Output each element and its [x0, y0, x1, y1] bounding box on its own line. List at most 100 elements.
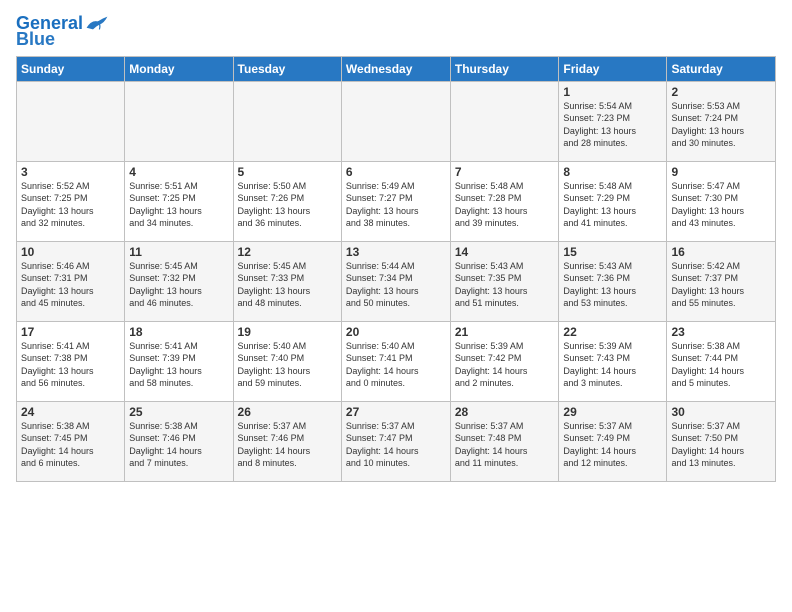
day-number: 4 — [129, 165, 228, 179]
day-number: 18 — [129, 325, 228, 339]
day-info-text: Sunrise: 5:52 AM Sunset: 7:25 PM Dayligh… — [21, 180, 120, 230]
header: General Blue — [16, 10, 776, 50]
day-info-text: Sunrise: 5:39 AM Sunset: 7:43 PM Dayligh… — [563, 340, 662, 390]
day-info-text: Sunrise: 5:38 AM Sunset: 7:46 PM Dayligh… — [129, 420, 228, 470]
calendar-week-row: 10Sunrise: 5:46 AM Sunset: 7:31 PM Dayli… — [17, 241, 776, 321]
day-info-text: Sunrise: 5:37 AM Sunset: 7:46 PM Dayligh… — [238, 420, 337, 470]
day-info-text: Sunrise: 5:49 AM Sunset: 7:27 PM Dayligh… — [346, 180, 446, 230]
calendar-cell: 27Sunrise: 5:37 AM Sunset: 7:47 PM Dayli… — [341, 401, 450, 481]
calendar-cell — [17, 81, 125, 161]
day-info-text: Sunrise: 5:47 AM Sunset: 7:30 PM Dayligh… — [671, 180, 771, 230]
day-info-text: Sunrise: 5:54 AM Sunset: 7:23 PM Dayligh… — [563, 100, 662, 150]
calendar-cell: 13Sunrise: 5:44 AM Sunset: 7:34 PM Dayli… — [341, 241, 450, 321]
day-info-text: Sunrise: 5:37 AM Sunset: 7:49 PM Dayligh… — [563, 420, 662, 470]
day-number: 3 — [21, 165, 120, 179]
day-info-text: Sunrise: 5:37 AM Sunset: 7:50 PM Dayligh… — [671, 420, 771, 470]
day-number: 19 — [238, 325, 337, 339]
calendar-cell: 12Sunrise: 5:45 AM Sunset: 7:33 PM Dayli… — [233, 241, 341, 321]
day-number: 16 — [671, 245, 771, 259]
weekday-header-row: SundayMondayTuesdayWednesdayThursdayFrid… — [17, 56, 776, 81]
day-info-text: Sunrise: 5:48 AM Sunset: 7:28 PM Dayligh… — [455, 180, 555, 230]
day-number: 6 — [346, 165, 446, 179]
calendar-cell — [450, 81, 559, 161]
day-number: 20 — [346, 325, 446, 339]
logo: General Blue — [16, 14, 109, 50]
day-info-text: Sunrise: 5:39 AM Sunset: 7:42 PM Dayligh… — [455, 340, 555, 390]
weekday-header-sunday: Sunday — [17, 56, 125, 81]
calendar-cell: 20Sunrise: 5:40 AM Sunset: 7:41 PM Dayli… — [341, 321, 450, 401]
calendar-table: SundayMondayTuesdayWednesdayThursdayFrid… — [16, 56, 776, 482]
calendar-cell: 21Sunrise: 5:39 AM Sunset: 7:42 PM Dayli… — [450, 321, 559, 401]
calendar-cell: 28Sunrise: 5:37 AM Sunset: 7:48 PM Dayli… — [450, 401, 559, 481]
logo-bird-icon — [85, 13, 109, 33]
calendar-cell: 3Sunrise: 5:52 AM Sunset: 7:25 PM Daylig… — [17, 161, 125, 241]
calendar-cell: 6Sunrise: 5:49 AM Sunset: 7:27 PM Daylig… — [341, 161, 450, 241]
weekday-header-friday: Friday — [559, 56, 667, 81]
calendar-cell: 30Sunrise: 5:37 AM Sunset: 7:50 PM Dayli… — [667, 401, 776, 481]
weekday-header-saturday: Saturday — [667, 56, 776, 81]
day-number: 23 — [671, 325, 771, 339]
calendar-cell: 26Sunrise: 5:37 AM Sunset: 7:46 PM Dayli… — [233, 401, 341, 481]
day-number: 9 — [671, 165, 771, 179]
day-info-text: Sunrise: 5:42 AM Sunset: 7:37 PM Dayligh… — [671, 260, 771, 310]
calendar-cell — [341, 81, 450, 161]
day-info-text: Sunrise: 5:38 AM Sunset: 7:45 PM Dayligh… — [21, 420, 120, 470]
calendar-cell: 10Sunrise: 5:46 AM Sunset: 7:31 PM Dayli… — [17, 241, 125, 321]
weekday-header-monday: Monday — [125, 56, 233, 81]
day-info-text: Sunrise: 5:38 AM Sunset: 7:44 PM Dayligh… — [671, 340, 771, 390]
calendar-cell: 25Sunrise: 5:38 AM Sunset: 7:46 PM Dayli… — [125, 401, 233, 481]
calendar-cell: 16Sunrise: 5:42 AM Sunset: 7:37 PM Dayli… — [667, 241, 776, 321]
day-number: 12 — [238, 245, 337, 259]
day-number: 27 — [346, 405, 446, 419]
weekday-header-wednesday: Wednesday — [341, 56, 450, 81]
day-info-text: Sunrise: 5:41 AM Sunset: 7:39 PM Dayligh… — [129, 340, 228, 390]
day-info-text: Sunrise: 5:50 AM Sunset: 7:26 PM Dayligh… — [238, 180, 337, 230]
day-info-text: Sunrise: 5:45 AM Sunset: 7:33 PM Dayligh… — [238, 260, 337, 310]
day-info-text: Sunrise: 5:46 AM Sunset: 7:31 PM Dayligh… — [21, 260, 120, 310]
calendar-cell: 5Sunrise: 5:50 AM Sunset: 7:26 PM Daylig… — [233, 161, 341, 241]
calendar-cell: 9Sunrise: 5:47 AM Sunset: 7:30 PM Daylig… — [667, 161, 776, 241]
calendar-cell: 15Sunrise: 5:43 AM Sunset: 7:36 PM Dayli… — [559, 241, 667, 321]
day-number: 10 — [21, 245, 120, 259]
calendar-week-row: 3Sunrise: 5:52 AM Sunset: 7:25 PM Daylig… — [17, 161, 776, 241]
weekday-header-thursday: Thursday — [450, 56, 559, 81]
calendar-cell: 18Sunrise: 5:41 AM Sunset: 7:39 PM Dayli… — [125, 321, 233, 401]
calendar-cell: 19Sunrise: 5:40 AM Sunset: 7:40 PM Dayli… — [233, 321, 341, 401]
day-number: 30 — [671, 405, 771, 419]
day-number: 8 — [563, 165, 662, 179]
calendar-week-row: 17Sunrise: 5:41 AM Sunset: 7:38 PM Dayli… — [17, 321, 776, 401]
day-number: 24 — [21, 405, 120, 419]
day-info-text: Sunrise: 5:43 AM Sunset: 7:36 PM Dayligh… — [563, 260, 662, 310]
day-number: 29 — [563, 405, 662, 419]
day-number: 7 — [455, 165, 555, 179]
calendar-cell — [125, 81, 233, 161]
day-info-text: Sunrise: 5:40 AM Sunset: 7:40 PM Dayligh… — [238, 340, 337, 390]
day-info-text: Sunrise: 5:43 AM Sunset: 7:35 PM Dayligh… — [455, 260, 555, 310]
day-info-text: Sunrise: 5:41 AM Sunset: 7:38 PM Dayligh… — [21, 340, 120, 390]
calendar-cell: 2Sunrise: 5:53 AM Sunset: 7:24 PM Daylig… — [667, 81, 776, 161]
day-info-text: Sunrise: 5:40 AM Sunset: 7:41 PM Dayligh… — [346, 340, 446, 390]
day-number: 28 — [455, 405, 555, 419]
day-info-text: Sunrise: 5:53 AM Sunset: 7:24 PM Dayligh… — [671, 100, 771, 150]
calendar-cell: 4Sunrise: 5:51 AM Sunset: 7:25 PM Daylig… — [125, 161, 233, 241]
calendar-cell: 14Sunrise: 5:43 AM Sunset: 7:35 PM Dayli… — [450, 241, 559, 321]
weekday-header-tuesday: Tuesday — [233, 56, 341, 81]
day-info-text: Sunrise: 5:37 AM Sunset: 7:47 PM Dayligh… — [346, 420, 446, 470]
day-number: 15 — [563, 245, 662, 259]
day-number: 26 — [238, 405, 337, 419]
day-info-text: Sunrise: 5:51 AM Sunset: 7:25 PM Dayligh… — [129, 180, 228, 230]
day-info-text: Sunrise: 5:45 AM Sunset: 7:32 PM Dayligh… — [129, 260, 228, 310]
calendar-cell — [233, 81, 341, 161]
day-number: 1 — [563, 85, 662, 99]
day-info-text: Sunrise: 5:44 AM Sunset: 7:34 PM Dayligh… — [346, 260, 446, 310]
day-number: 11 — [129, 245, 228, 259]
calendar-cell: 24Sunrise: 5:38 AM Sunset: 7:45 PM Dayli… — [17, 401, 125, 481]
calendar-page: General Blue SundayMondayTuesdayWednesda… — [0, 0, 792, 612]
day-number: 5 — [238, 165, 337, 179]
calendar-week-row: 1Sunrise: 5:54 AM Sunset: 7:23 PM Daylig… — [17, 81, 776, 161]
calendar-cell: 23Sunrise: 5:38 AM Sunset: 7:44 PM Dayli… — [667, 321, 776, 401]
calendar-week-row: 24Sunrise: 5:38 AM Sunset: 7:45 PM Dayli… — [17, 401, 776, 481]
calendar-cell: 8Sunrise: 5:48 AM Sunset: 7:29 PM Daylig… — [559, 161, 667, 241]
day-number: 13 — [346, 245, 446, 259]
calendar-cell: 29Sunrise: 5:37 AM Sunset: 7:49 PM Dayli… — [559, 401, 667, 481]
